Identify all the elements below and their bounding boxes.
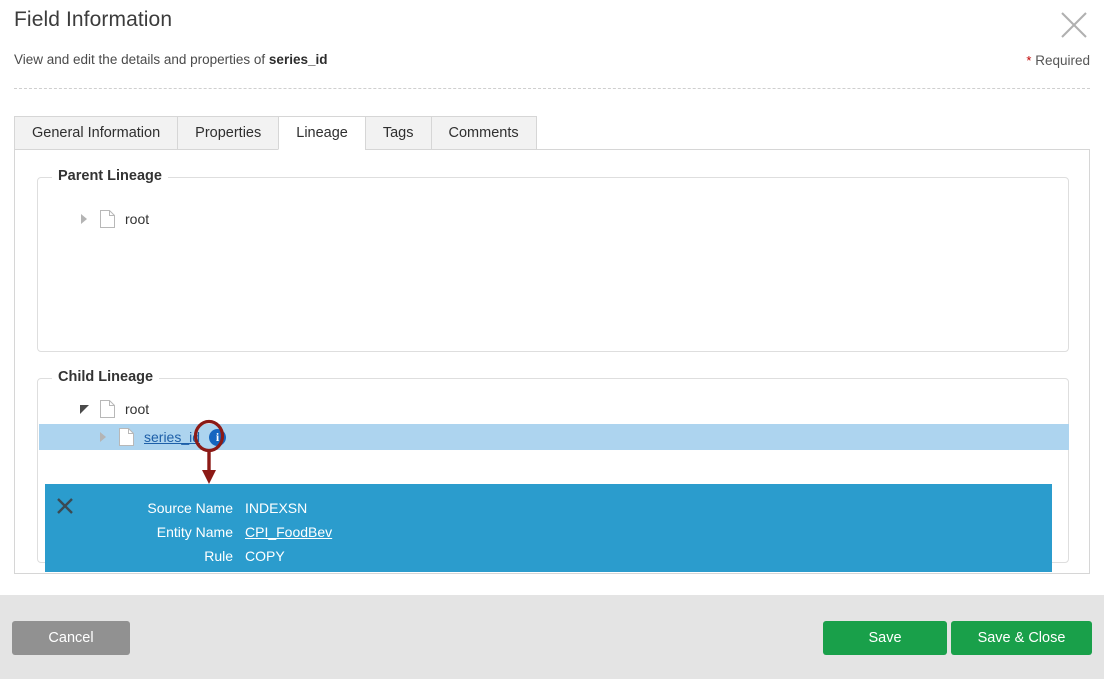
tree-node-link-series-id[interactable]: series_id bbox=[137, 429, 200, 445]
tab-bar: General Information Properties Lineage T… bbox=[14, 116, 537, 150]
popup-label-rule: Rule bbox=[204, 548, 233, 564]
parent-tree-node-root[interactable]: root bbox=[72, 206, 149, 232]
required-asterisk: * bbox=[1026, 53, 1032, 68]
info-icon[interactable]: i bbox=[209, 428, 227, 446]
popup-value-source-name: INDEXSN bbox=[245, 500, 308, 516]
tree-node-label: root bbox=[125, 211, 150, 227]
document-icon bbox=[115, 424, 137, 450]
page-title: Field Information bbox=[14, 8, 173, 31]
child-tree-node-series-id[interactable]: series_id i bbox=[91, 424, 227, 450]
tab-tags[interactable]: Tags bbox=[364, 116, 431, 150]
dialog-header: Field Information View and edit the deta… bbox=[0, 0, 1104, 89]
save-and-close-button[interactable]: Save & Close bbox=[951, 621, 1092, 655]
popup-detail-list: Source Name INDEXSN Entity Name CPI_Food… bbox=[100, 496, 332, 568]
chevron-right-icon[interactable] bbox=[72, 206, 96, 232]
child-tree-row-series-id[interactable]: series_id i bbox=[39, 424, 1069, 450]
page-subtitle: View and edit the details and properties… bbox=[14, 52, 327, 67]
chevron-down-icon[interactable] bbox=[72, 396, 96, 422]
popup-close-icon[interactable] bbox=[54, 495, 76, 517]
popup-label-entity-name: Entity Name bbox=[156, 524, 233, 540]
cancel-button[interactable]: Cancel bbox=[12, 621, 130, 655]
document-icon bbox=[96, 396, 118, 422]
child-lineage-legend: Child Lineage bbox=[52, 369, 160, 385]
popup-row-rule: Rule COPY bbox=[100, 544, 332, 568]
popup-label-source-name: Source Name bbox=[147, 500, 233, 516]
required-label: Required bbox=[1035, 53, 1090, 68]
document-icon bbox=[96, 206, 118, 232]
tab-lineage[interactable]: Lineage bbox=[278, 116, 365, 150]
page-subtitle-field: series_id bbox=[268, 52, 328, 67]
header-divider bbox=[14, 88, 1090, 89]
tree-node-label: root bbox=[125, 401, 150, 417]
parent-lineage-fieldset: Parent Lineage root bbox=[37, 168, 1069, 352]
tab-properties[interactable]: Properties bbox=[177, 116, 279, 150]
popup-value-rule: COPY bbox=[245, 548, 285, 564]
popup-row-source-name: Source Name INDEXSN bbox=[100, 496, 332, 520]
close-icon[interactable] bbox=[1057, 8, 1091, 42]
parent-lineage-legend: Parent Lineage bbox=[52, 168, 168, 184]
chevron-right-icon[interactable] bbox=[91, 424, 115, 450]
save-button[interactable]: Save bbox=[823, 621, 947, 655]
tab-general-information[interactable]: General Information bbox=[14, 116, 178, 150]
dialog-footer: Cancel Save Save & Close bbox=[0, 595, 1104, 679]
lineage-info-popup: Source Name INDEXSN Entity Name CPI_Food… bbox=[45, 484, 1052, 572]
popup-row-entity-name: Entity Name CPI_FoodBev bbox=[100, 520, 332, 544]
popup-value-entity-name-link[interactable]: CPI_FoodBev bbox=[245, 524, 332, 540]
field-information-dialog: Field Information View and edit the deta… bbox=[0, 0, 1104, 679]
child-tree-node-root[interactable]: root bbox=[72, 396, 149, 422]
required-note: * Required bbox=[1026, 53, 1090, 68]
tab-comments[interactable]: Comments bbox=[430, 116, 537, 150]
page-subtitle-text: View and edit the details and properties… bbox=[14, 52, 269, 67]
